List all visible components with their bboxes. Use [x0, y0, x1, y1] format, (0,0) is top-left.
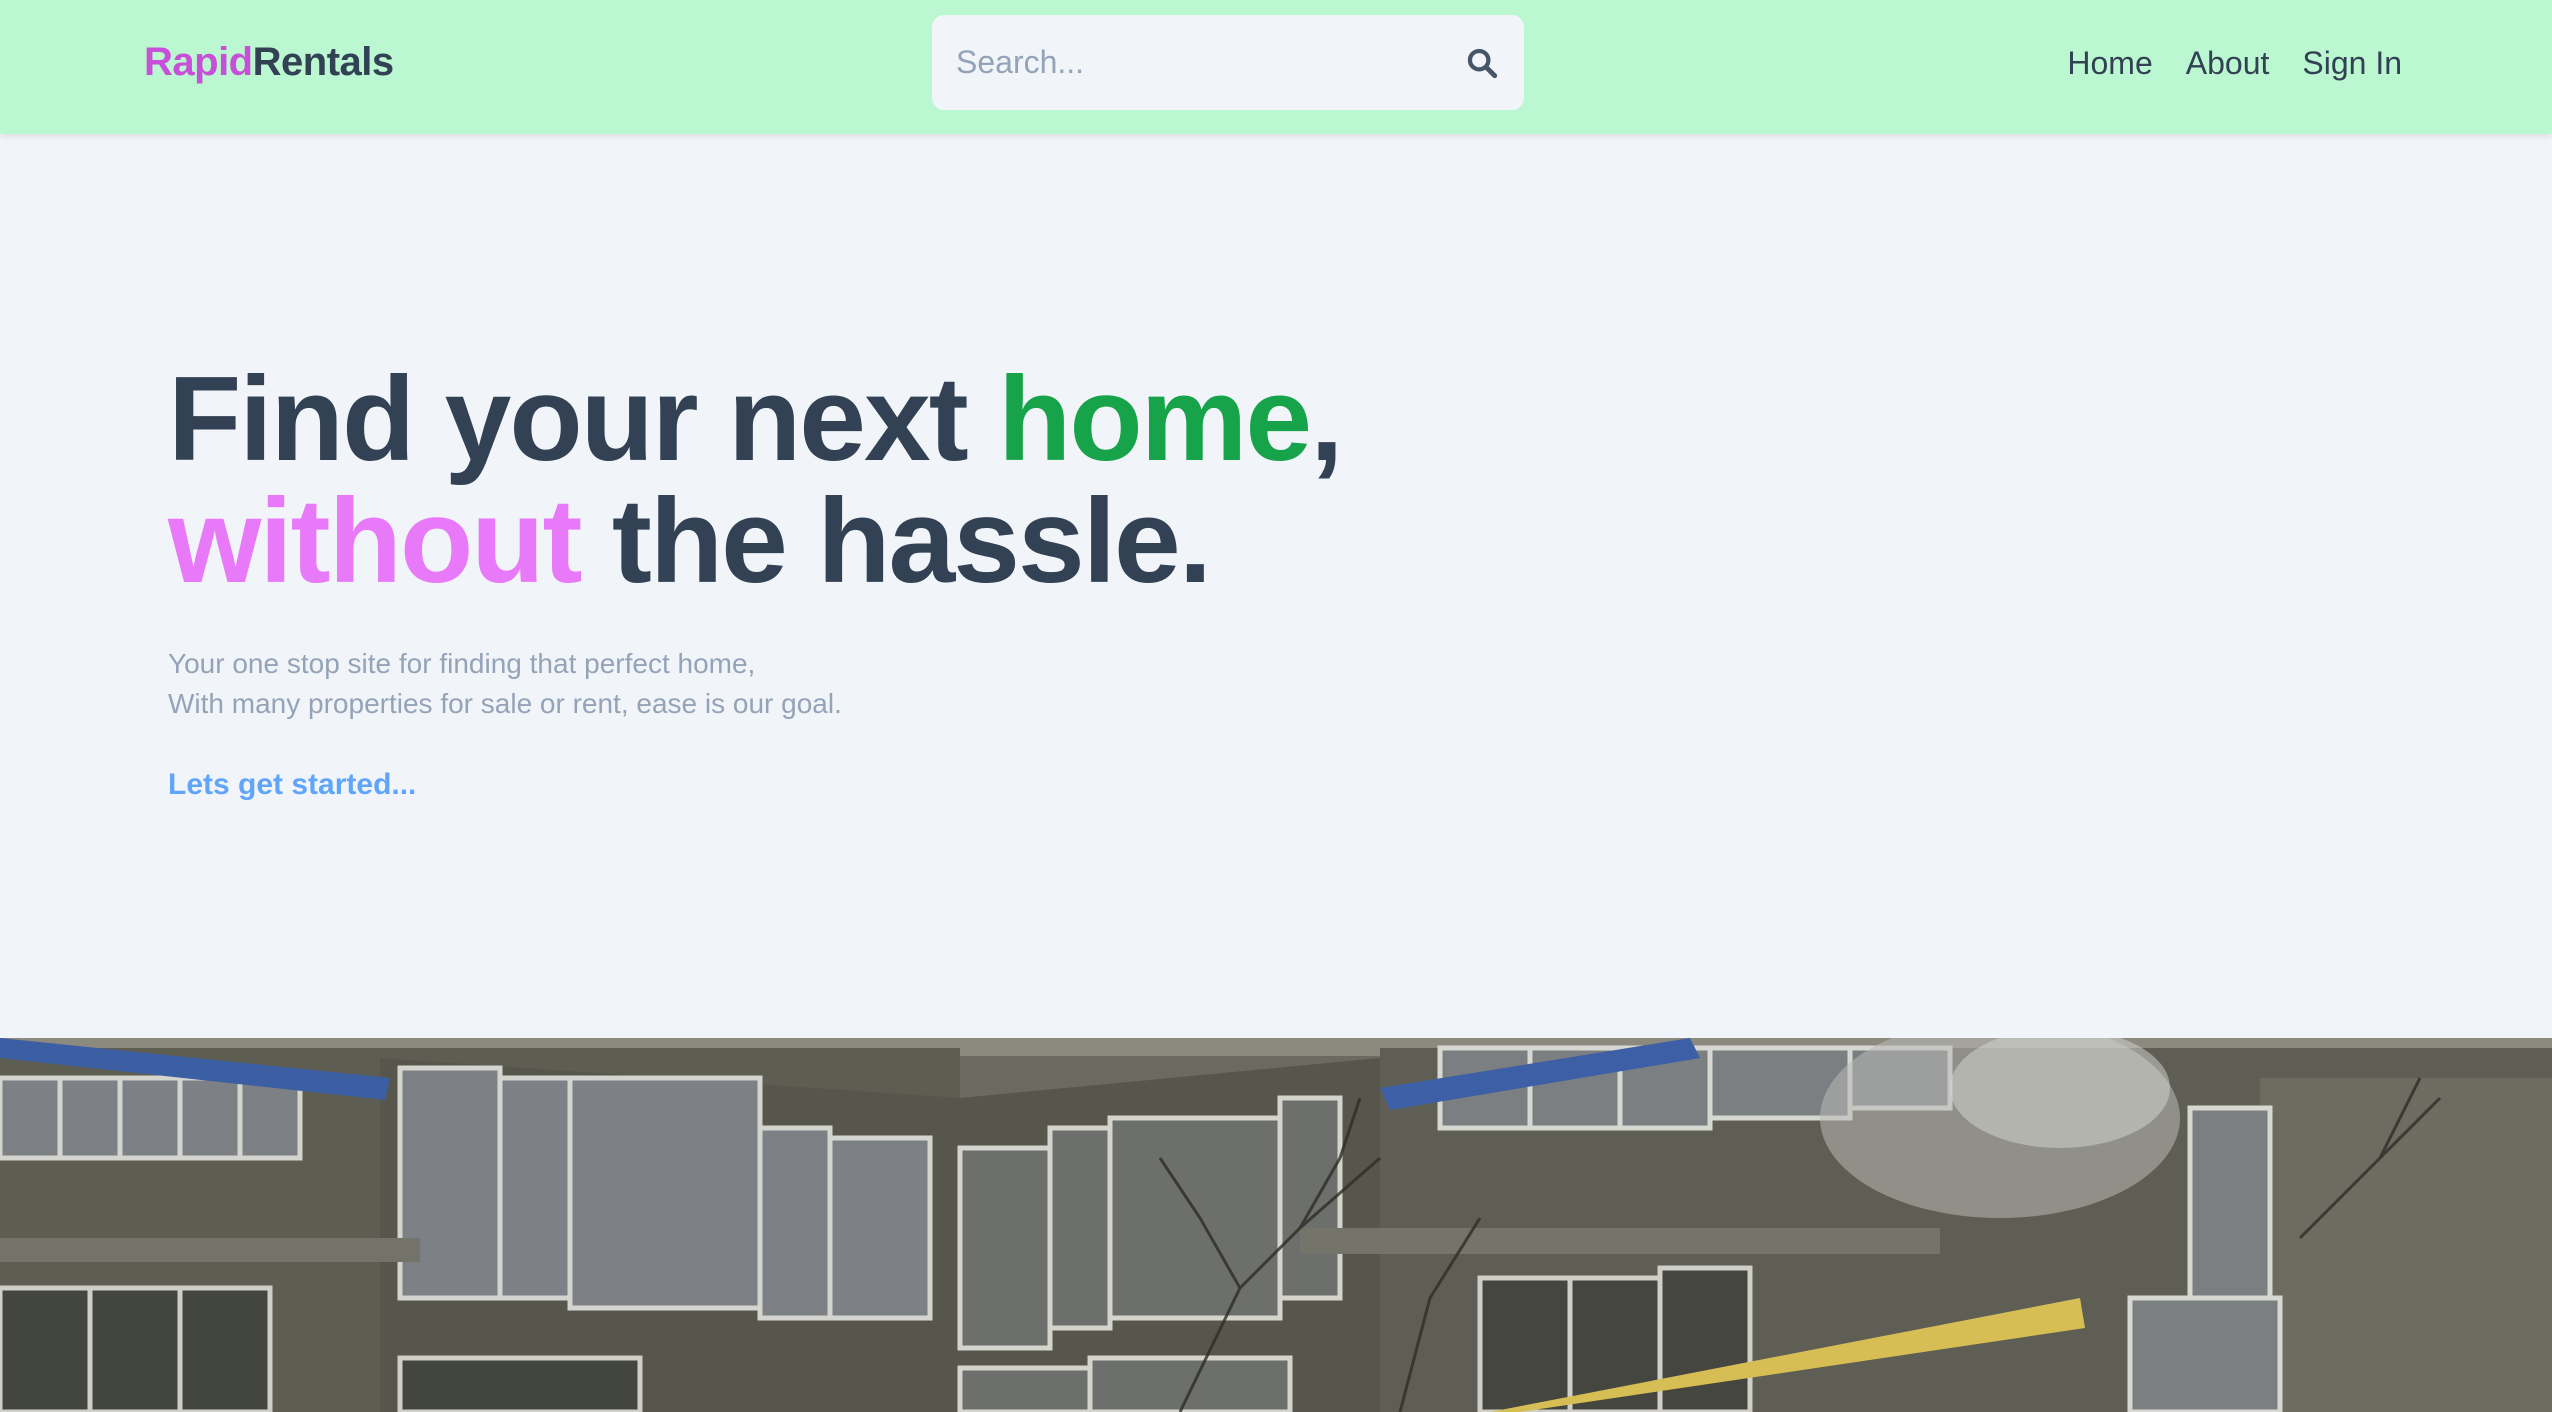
headline-without: without	[168, 474, 583, 608]
nav-about-link[interactable]: About	[2186, 40, 2270, 86]
hero-subtitle: Your one stop site for finding that perf…	[168, 644, 1568, 724]
hero-building-photo	[0, 1038, 2552, 1412]
search-box	[932, 15, 1524, 110]
nav-sign-in-link[interactable]: Sign In	[2302, 40, 2402, 86]
headline-text-1: Find your next	[168, 352, 999, 486]
hero-section: Find your next home, without the hassle.…	[168, 358, 1568, 802]
headline-home: home	[998, 352, 1312, 486]
headline-comma: ,	[1310, 352, 1343, 486]
logo-rapid: Rapid	[144, 40, 253, 84]
main-nav: Home About Sign In	[2067, 40, 2402, 86]
logo-rentals: Rentals	[252, 40, 395, 84]
search-input[interactable]	[932, 15, 1462, 110]
nav-home-link[interactable]: Home	[2067, 40, 2152, 86]
subtitle-line-1: Your one stop site for finding that perf…	[168, 648, 756, 679]
search-icon[interactable]	[1462, 43, 1502, 83]
site-logo[interactable]: RapidRentals	[144, 38, 394, 86]
get-started-link[interactable]: Lets get started...	[168, 768, 416, 802]
subtitle-line-2: With many properties for sale or rent, e…	[168, 688, 842, 719]
hero-headline: Find your next home, without the hassle.	[168, 358, 1568, 602]
top-navbar: RapidRentals Home About Sign In	[0, 0, 2552, 134]
headline-text-2: the hassle.	[580, 474, 1212, 608]
